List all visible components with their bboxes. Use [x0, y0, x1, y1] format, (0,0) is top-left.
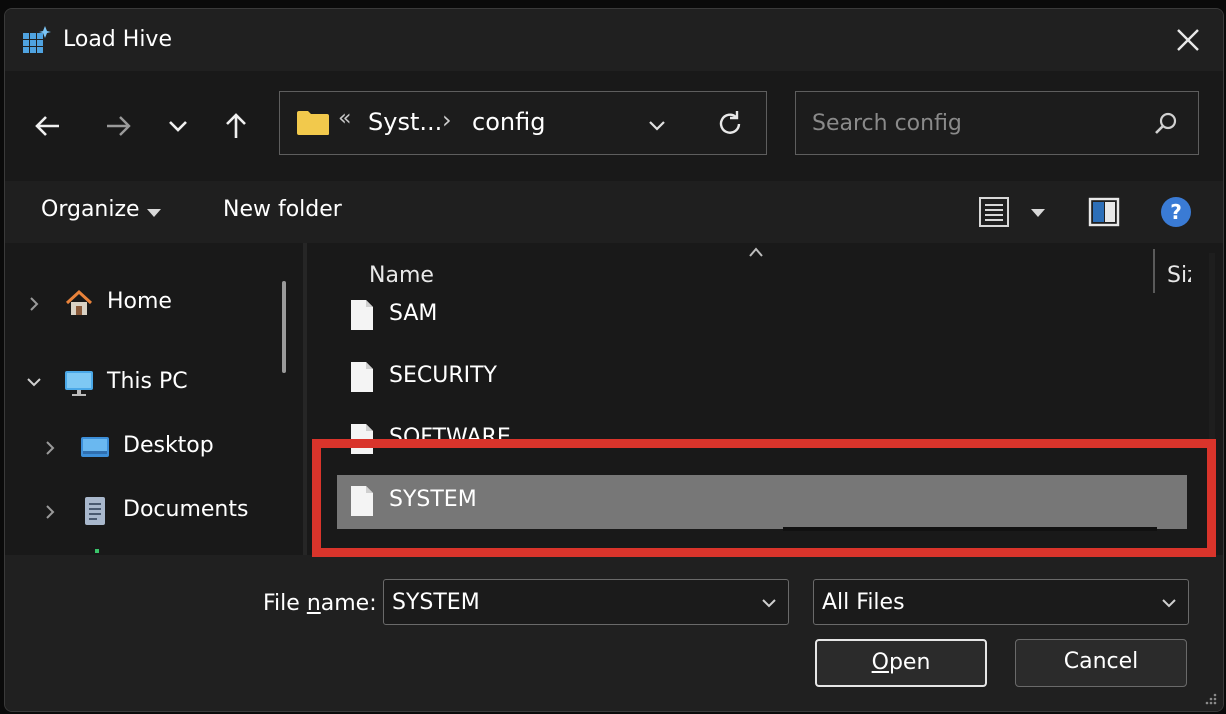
- file-icon: [351, 486, 373, 516]
- home-icon: [65, 289, 93, 315]
- navigation-bar: « Syst... › config: [5, 71, 1223, 181]
- documents-icon: [85, 497, 105, 525]
- file-icon: [351, 300, 373, 330]
- address-dropdown-chevron-icon[interactable]: [644, 112, 670, 138]
- file-name: SOFTWARE: [389, 425, 511, 450]
- back-arrow-icon[interactable]: [31, 109, 65, 143]
- chevron-down-icon[interactable]: [1160, 594, 1178, 612]
- folder-icon: [297, 111, 329, 135]
- preview-pane-icon[interactable]: [1087, 195, 1121, 229]
- dialog-title: Load Hive: [63, 27, 172, 52]
- open-accelerator: O: [871, 650, 889, 675]
- navigation-pane: Home This PC Desktop Documents: [5, 243, 303, 555]
- column-divider[interactable]: [1153, 249, 1155, 293]
- chevron-down-icon[interactable]: [25, 373, 43, 391]
- organize-caret-icon[interactable]: [147, 209, 161, 217]
- sidebar-partial-next-item: [95, 549, 99, 553]
- breadcrumb-config[interactable]: config: [472, 108, 545, 136]
- chevron-right-icon[interactable]: [41, 503, 59, 521]
- registry-editor-icon: [23, 26, 51, 53]
- file-name-field[interactable]: SYSTEM: [392, 590, 480, 615]
- file-name-label-accelerator: n: [306, 591, 321, 616]
- file-name: SECURITY: [389, 363, 497, 388]
- search-box[interactable]: [795, 91, 1199, 155]
- file-list-scrollbar[interactable]: [1209, 253, 1215, 543]
- sort-ascending-icon: [749, 247, 763, 257]
- breadcrumb-overflow[interactable]: «: [338, 106, 351, 131]
- sidebar-item-label: Home: [107, 289, 172, 314]
- file-selection-panel: File name: SYSTEM All Files Open Cancel: [5, 555, 1223, 711]
- help-icon[interactable]: ?: [1159, 195, 1193, 229]
- title-bar: Load Hive: [5, 9, 1223, 71]
- load-hive-dialog: Load Hive « Syst... › config Search conf…: [4, 8, 1224, 712]
- computer-icon: [65, 371, 93, 396]
- row-underline: [783, 527, 1157, 531]
- file-name-label-part: ame:: [320, 591, 377, 616]
- file-name-label: File name:: [263, 591, 377, 616]
- file-list: Name Size SAM SECURITY SOFTWARE SYSTEM: [307, 243, 1223, 555]
- navigation-pane-scrollbar[interactable]: [282, 281, 286, 373]
- file-icon: [351, 362, 373, 392]
- recent-locations-chevron-icon[interactable]: [161, 109, 195, 143]
- breadcrumb-system32[interactable]: Syst...: [368, 108, 442, 136]
- file-icon: [351, 424, 373, 454]
- organize-button[interactable]: Organize: [41, 197, 140, 222]
- cancel-button[interactable]: Cancel: [1015, 639, 1187, 687]
- address-bar[interactable]: « Syst... › config: [279, 91, 767, 155]
- file-name: SAM: [389, 301, 438, 326]
- breadcrumb-separator[interactable]: ›: [442, 106, 452, 134]
- sidebar-item-label: Documents: [123, 497, 249, 522]
- view-details-icon[interactable]: [977, 195, 1011, 229]
- file-row-sam[interactable]: SAM: [337, 289, 1187, 343]
- forward-arrow-icon[interactable]: [101, 109, 135, 143]
- file-name-label-part: File: [263, 591, 307, 616]
- file-row-software[interactable]: SOFTWARE: [337, 413, 1187, 467]
- chevron-down-icon[interactable]: [760, 594, 778, 612]
- view-options-caret-icon[interactable]: [1031, 209, 1045, 217]
- file-row-system[interactable]: SYSTEM: [337, 475, 1187, 529]
- svg-text:?: ?: [1170, 200, 1182, 224]
- sidebar-item-label: This PC: [107, 369, 188, 394]
- file-name: SYSTEM: [389, 487, 477, 512]
- sidebar-item-label: Desktop: [123, 433, 214, 458]
- open-button[interactable]: Open: [815, 639, 987, 687]
- file-row-security[interactable]: SECURITY: [337, 351, 1187, 405]
- file-type-value: All Files: [822, 590, 905, 615]
- chevron-right-icon[interactable]: [25, 295, 43, 313]
- new-folder-button[interactable]: New folder: [223, 197, 342, 222]
- desktop-folder-icon: [81, 437, 109, 457]
- refresh-icon[interactable]: [714, 108, 746, 140]
- column-header-size[interactable]: Size: [1167, 263, 1191, 288]
- command-toolbar: Organize New folder ?: [5, 181, 1223, 243]
- search-input[interactable]: [810, 106, 1134, 140]
- file-name-combobox[interactable]: SYSTEM: [383, 579, 789, 625]
- search-icon[interactable]: [1152, 110, 1180, 138]
- chevron-right-icon[interactable]: [41, 439, 59, 457]
- up-arrow-icon[interactable]: [219, 109, 253, 143]
- close-icon[interactable]: [1171, 23, 1205, 57]
- file-type-select[interactable]: All Files: [813, 579, 1189, 625]
- column-header-name[interactable]: Name: [369, 263, 434, 288]
- resize-grip-icon[interactable]: [1201, 689, 1217, 705]
- open-label: pen: [888, 650, 931, 675]
